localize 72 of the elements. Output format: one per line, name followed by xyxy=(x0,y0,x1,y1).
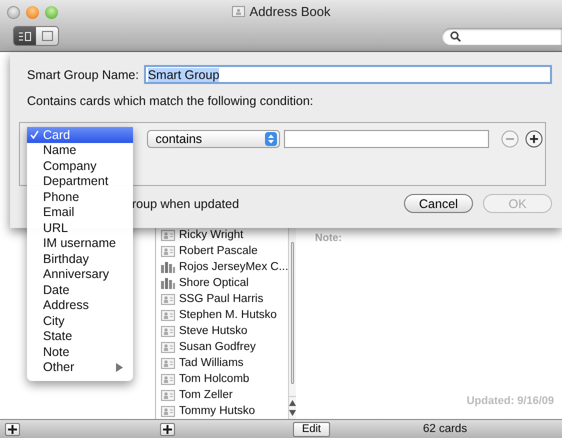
stepper-arrows-icon xyxy=(265,132,277,146)
contact-entry[interactable]: Susan Godfrey xyxy=(179,341,256,353)
cancel-button[interactable]: Cancel xyxy=(404,194,473,213)
scroll-up-icon[interactable] xyxy=(289,400,296,406)
contact-entry[interactable]: Tom Zeller xyxy=(179,389,233,401)
operator-popup[interactable]: contains xyxy=(146,130,280,148)
address-book-icon xyxy=(232,6,245,17)
plus-icon xyxy=(163,424,172,434)
scroll-thumb[interactable] xyxy=(291,242,294,384)
contact-entry[interactable]: Steve Hutsko xyxy=(179,325,248,337)
scroll-down-icon[interactable] xyxy=(289,410,296,416)
card-view-button[interactable] xyxy=(36,27,58,45)
value-field[interactable] xyxy=(284,130,490,148)
person-card-icon xyxy=(161,358,175,368)
close-button[interactable] xyxy=(7,6,20,18)
contact-entry[interactable]: SSG Paul Harris xyxy=(179,293,264,305)
checkmark-icon xyxy=(30,130,39,140)
contact-entry[interactable]: Stephen M. Hutsko xyxy=(179,309,277,321)
add-group-button[interactable] xyxy=(5,422,20,436)
person-card-icon xyxy=(161,342,175,352)
person-card-icon xyxy=(161,390,175,400)
menu-item[interactable]: Note xyxy=(27,344,133,360)
person-card-icon xyxy=(161,230,175,240)
menu-item[interactable]: IM username xyxy=(27,236,133,251)
add-card-button[interactable] xyxy=(160,422,175,436)
person-card-icon xyxy=(161,374,175,384)
remove-icon[interactable] xyxy=(501,130,520,148)
card-icon xyxy=(42,31,52,41)
menu-item[interactable]: Name xyxy=(27,142,133,158)
search-icon xyxy=(450,30,461,42)
person-card-icon xyxy=(161,326,175,336)
menu-item[interactable]: Other xyxy=(27,360,133,375)
building-icon xyxy=(161,278,175,288)
card-count: 62 cards xyxy=(422,423,468,435)
window-title: Address Book xyxy=(250,4,330,19)
checkbox-label: roup when updated xyxy=(132,196,240,210)
condition-text: Contains cards which match the following condition: xyxy=(27,94,314,108)
person-card-icon xyxy=(161,246,175,256)
contact-entry[interactable]: Robert Pascale xyxy=(179,245,258,257)
menu-item[interactable]: Date xyxy=(27,282,133,298)
menu-item[interactable]: URL xyxy=(27,220,133,236)
menu-item[interactable]: Anniversary xyxy=(27,266,133,282)
menu-item[interactable]: City xyxy=(27,313,133,328)
edit-button[interactable]: Edit xyxy=(293,422,330,436)
menu-item[interactable]: State xyxy=(27,328,133,344)
menu-item[interactable]: Birthday xyxy=(27,251,133,266)
plus-icon xyxy=(8,424,17,434)
menu-item[interactable]: Phone xyxy=(27,189,133,204)
menu-item[interactable]: Card xyxy=(27,127,133,142)
updated-date: Updated: 9/16/09 xyxy=(466,395,554,407)
name-field[interactable]: Smart Group xyxy=(144,65,552,84)
field-value: Smart Group xyxy=(148,68,220,82)
person-card-icon xyxy=(161,406,175,416)
contact-entry[interactable]: Tad Williams xyxy=(179,357,244,369)
add-icon[interactable] xyxy=(525,130,543,148)
person-card-icon xyxy=(161,294,175,304)
note-label: Note: xyxy=(315,232,342,244)
contact-entry[interactable]: Rojos JerseyMex C... xyxy=(179,261,288,273)
search-field[interactable] xyxy=(442,28,562,44)
menu-item[interactable]: Department xyxy=(27,174,133,189)
contact-entry[interactable]: Ricky Wright xyxy=(179,229,244,241)
contact-entry[interactable]: Shore Optical xyxy=(179,277,249,289)
field-label: Smart Group Name: xyxy=(27,68,139,82)
menu-item[interactable]: Address xyxy=(27,298,133,313)
contact-entry[interactable]: Tommy Hutsko xyxy=(179,405,256,417)
contact-entry[interactable]: Tom Holcomb xyxy=(179,373,250,385)
menu-item[interactable]: Email xyxy=(27,204,133,220)
menu-item[interactable]: Company xyxy=(27,158,133,174)
list-columns-icon xyxy=(19,32,31,40)
person-card-icon xyxy=(161,310,175,320)
building-icon xyxy=(161,262,175,272)
list-view-button[interactable] xyxy=(14,27,36,45)
